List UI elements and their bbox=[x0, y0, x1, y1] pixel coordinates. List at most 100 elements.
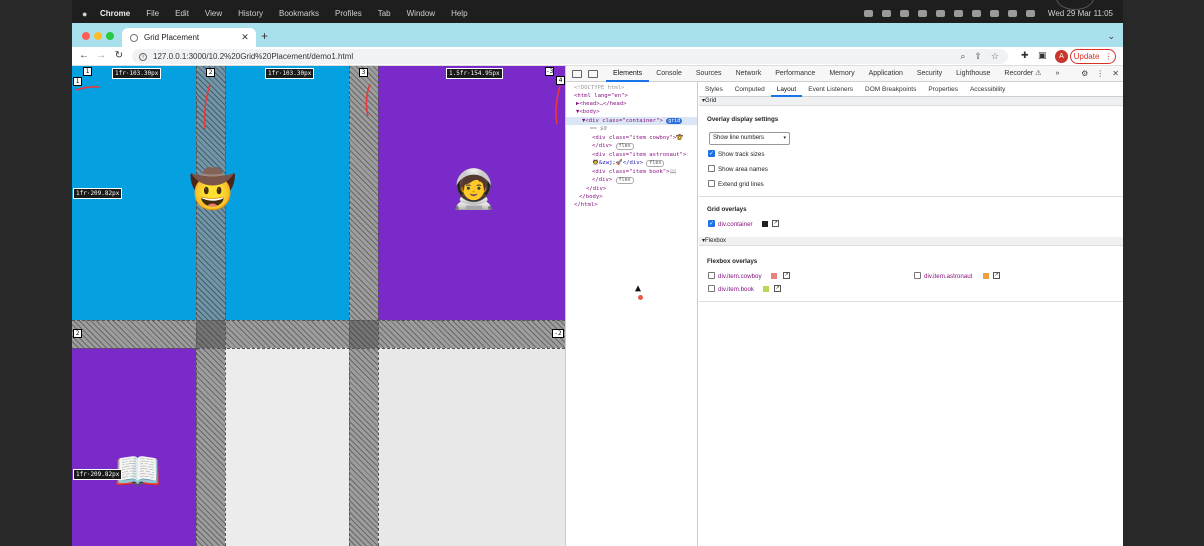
menu-view[interactable]: View bbox=[205, 9, 222, 18]
device-toolbar-icon[interactable] bbox=[588, 69, 598, 78]
forward-icon[interactable]: → bbox=[95, 50, 107, 61]
status-icon-6[interactable] bbox=[953, 10, 963, 17]
grid-section-header[interactable]: ▾Grid bbox=[699, 97, 1123, 106]
close-icon[interactable]: ✕ bbox=[1112, 69, 1119, 78]
status-icon-2[interactable] bbox=[881, 10, 891, 17]
flex-book-label[interactable]: div.item.book bbox=[718, 286, 754, 293]
settings-gear-icon[interactable]: ⚙ bbox=[1081, 69, 1088, 78]
flex-badge-astronaut[interactable]: flex bbox=[646, 160, 665, 167]
flex-cowboy-checkbox[interactable] bbox=[708, 272, 715, 279]
highlight-node-icon[interactable]: ↗ bbox=[772, 220, 779, 227]
grid-badge[interactable]: grid bbox=[666, 118, 683, 124]
search-icon[interactable] bbox=[1025, 10, 1035, 17]
more-tabs-button[interactable]: » bbox=[1048, 66, 1066, 82]
more-vert-icon[interactable]: ⋮ bbox=[1096, 69, 1104, 78]
tab-lighthouse[interactable]: Lighthouse bbox=[949, 66, 997, 82]
back-icon[interactable]: ← bbox=[78, 50, 90, 61]
reload-icon[interactable]: ↻ bbox=[113, 50, 125, 61]
menu-help[interactable]: Help bbox=[451, 9, 467, 18]
update-button[interactable]: Update ⋮ bbox=[1070, 49, 1116, 64]
dom-container-selected[interactable]: ▼<div class="container"> grid bbox=[566, 117, 697, 125]
menubar-clock[interactable]: Wed 29 Mar 11:05 bbox=[1048, 9, 1113, 18]
dom-cowboy-close[interactable]: </div> flex bbox=[592, 142, 634, 150]
inspect-element-icon[interactable] bbox=[572, 69, 582, 78]
tab-performance[interactable]: Performance bbox=[768, 66, 822, 82]
wifi-icon[interactable] bbox=[1007, 10, 1017, 17]
tab-network[interactable]: Network bbox=[729, 66, 769, 82]
tab-styles[interactable]: Styles bbox=[699, 82, 729, 97]
close-tab-icon[interactable]: ✕ bbox=[240, 32, 250, 43]
flex-cowboy-label[interactable]: div.item.cowboy bbox=[718, 273, 762, 280]
flex-badge-book[interactable]: flex bbox=[615, 177, 634, 184]
tab-security[interactable]: Security bbox=[910, 66, 949, 82]
tab-elements[interactable]: Elements bbox=[606, 66, 650, 82]
extend-grid-lines-checkbox[interactable] bbox=[708, 180, 715, 187]
grid-overlay-container-checkbox[interactable]: ✓ bbox=[708, 220, 715, 227]
dom-body-open[interactable]: ▼<body> bbox=[576, 108, 600, 116]
browser-tab[interactable]: Grid Placement ✕ bbox=[122, 28, 256, 47]
highlight-node-icon[interactable]: ↗ bbox=[993, 272, 1000, 279]
extensions-icon[interactable]: ✚ bbox=[1021, 50, 1029, 61]
tab-console[interactable]: Console bbox=[649, 66, 689, 82]
tab-layout[interactable]: Layout bbox=[770, 82, 803, 97]
tab-computed[interactable]: Computed bbox=[729, 82, 771, 97]
show-track-sizes-checkbox[interactable]: ✓ bbox=[708, 150, 715, 157]
dom-head[interactable]: ▶<head>…</head> bbox=[576, 100, 627, 108]
status-icon-3[interactable] bbox=[899, 10, 909, 17]
dom-html-open[interactable]: <html lang="en"> bbox=[574, 92, 628, 100]
share-icon[interactable]: ⇪ bbox=[974, 51, 982, 62]
side-panel-icon[interactable]: ▣ bbox=[1038, 50, 1047, 61]
flex-badge-cowboy[interactable]: flex bbox=[615, 143, 634, 150]
status-icon-8[interactable] bbox=[989, 10, 999, 17]
dom-doctype[interactable]: <!DOCTYPE html> bbox=[574, 84, 625, 92]
highlight-node-icon[interactable]: ↗ bbox=[774, 285, 781, 292]
site-info-icon[interactable]: i bbox=[139, 52, 147, 61]
show-area-names-checkbox[interactable] bbox=[708, 165, 715, 172]
menu-history[interactable]: History bbox=[238, 9, 263, 18]
profile-avatar[interactable]: A bbox=[1055, 50, 1068, 63]
menu-file[interactable]: File bbox=[146, 9, 159, 18]
tab-properties[interactable]: Properties bbox=[922, 82, 964, 97]
url-text[interactable]: 127.0.0.1:3000/10.2%20Grid%20Placement/d… bbox=[153, 52, 960, 61]
menu-app[interactable]: Chrome bbox=[100, 9, 130, 18]
chevron-down-icon[interactable]: ⌄ bbox=[1107, 31, 1115, 42]
maximize-window-icon[interactable] bbox=[106, 32, 114, 40]
tab-event-listeners[interactable]: Event Listeners bbox=[802, 82, 859, 97]
status-icon-5[interactable] bbox=[935, 10, 945, 17]
tab-accessibility[interactable]: Accessibility bbox=[964, 82, 1011, 97]
menu-bookmarks[interactable]: Bookmarks bbox=[279, 9, 319, 18]
flexbox-section-header[interactable]: ▾Flexbox bbox=[699, 237, 1123, 246]
status-icon-4[interactable] bbox=[917, 10, 927, 17]
tab-sources[interactable]: Sources bbox=[689, 66, 729, 82]
dom-container-close[interactable]: </div> bbox=[586, 185, 606, 193]
menu-edit[interactable]: Edit bbox=[175, 9, 189, 18]
dom-book-close[interactable]: </div> flex bbox=[592, 176, 634, 184]
menu-window[interactable]: Window bbox=[407, 9, 435, 18]
dom-html-close[interactable]: </html> bbox=[574, 201, 598, 209]
address-bar[interactable]: i 127.0.0.1:3000/10.2%20Grid%20Placement… bbox=[132, 49, 1008, 64]
tab-recorder[interactable]: Recorder ⚠ bbox=[997, 66, 1048, 82]
flex-book-color-swatch[interactable] bbox=[763, 286, 769, 292]
grid-overlay-container-label[interactable]: div.container bbox=[718, 221, 753, 228]
new-tab-icon[interactable]: + bbox=[261, 29, 268, 43]
flex-astronaut-label[interactable]: div.item.astronaut bbox=[924, 273, 972, 280]
flex-astronaut-checkbox[interactable] bbox=[914, 272, 921, 279]
apple-icon[interactable]: ● bbox=[82, 9, 100, 19]
flex-book-checkbox[interactable] bbox=[708, 285, 715, 292]
highlight-node-icon[interactable]: ↗ bbox=[783, 272, 790, 279]
status-icon-1[interactable] bbox=[863, 10, 873, 17]
zoom-icon[interactable]: ⌕ bbox=[960, 51, 965, 62]
dom-cowboy-div[interactable]: <div class="item cowboy">🤠 bbox=[592, 134, 683, 142]
line-display-select[interactable]: Show line numbers ▾ bbox=[709, 132, 790, 145]
tab-memory[interactable]: Memory bbox=[822, 66, 861, 82]
flex-astronaut-color-swatch[interactable] bbox=[983, 273, 989, 279]
dom-astronaut-div[interactable]: <div class="item astronaut"> bbox=[592, 151, 686, 159]
menu-tab[interactable]: Tab bbox=[378, 9, 391, 18]
menu-profiles[interactable]: Profiles bbox=[335, 9, 362, 18]
close-window-icon[interactable] bbox=[82, 32, 90, 40]
dom-book-div[interactable]: <div class="item book">📖 bbox=[592, 168, 676, 176]
bookmark-star-icon[interactable]: ☆ bbox=[991, 51, 999, 62]
minimize-window-icon[interactable] bbox=[94, 32, 102, 40]
grid-overlay-color-swatch[interactable] bbox=[762, 221, 768, 227]
tab-application[interactable]: Application bbox=[862, 66, 910, 82]
